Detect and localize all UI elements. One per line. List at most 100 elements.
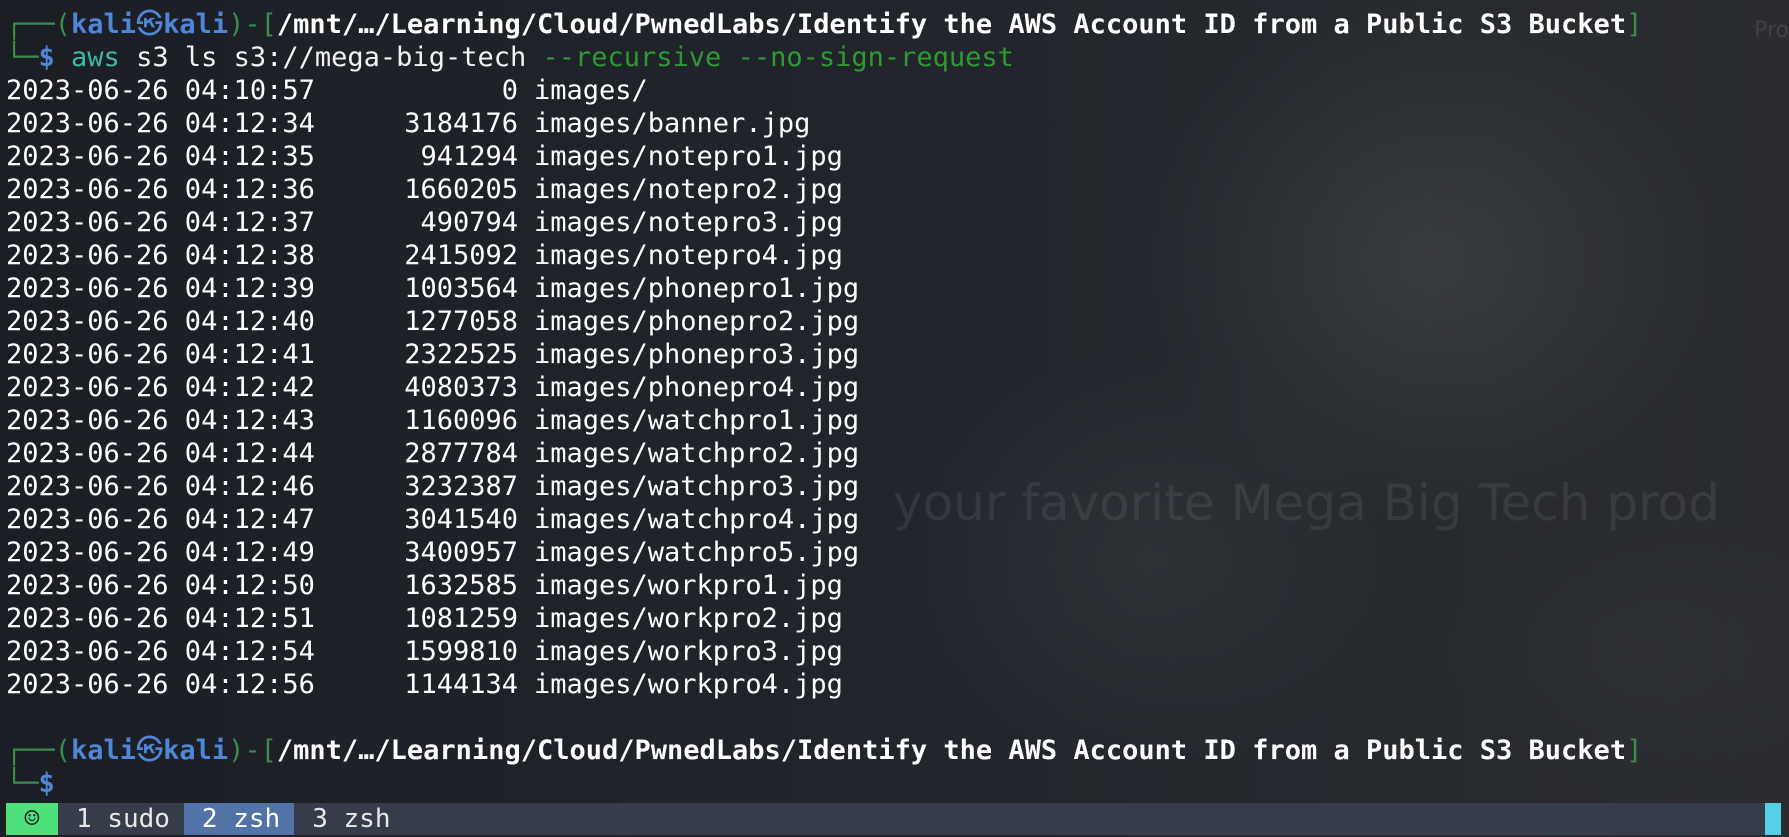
command-name: aws — [71, 42, 120, 73]
listing-date: 2023-06-26 04:12:40 — [6, 306, 315, 337]
listing-key: images/banner.jpg — [534, 108, 811, 139]
listing-date: 2023-06-26 04:10:57 — [6, 75, 315, 106]
terminal-output[interactable]: ┌──(kali㉿kali)-[/mnt/…/Learning/Cloud/Pw… — [6, 8, 1781, 800]
listing-key: images/watchpro2.jpg — [534, 438, 860, 469]
listing-key: images/notepro4.jpg — [534, 240, 843, 271]
listing-size: 0 — [501, 75, 518, 106]
listing-row: 2023-06-26 04:10:57 0 images/ — [6, 74, 1781, 107]
listing-size: 2322525 — [404, 339, 518, 370]
prompt-line: ┌──(kali㉿kali)-[/mnt/…/Learning/Cloud/Pw… — [6, 9, 1643, 40]
prompt-separator-icon: ㉿ — [136, 735, 164, 766]
listing-date: 2023-06-26 04:12:46 — [6, 471, 315, 502]
prompt-frame-bottom: └─ — [6, 768, 39, 799]
listing-size: 1081259 — [404, 603, 518, 634]
prompt-path: /mnt/…/Learning/Cloud/PwnedLabs/Identify… — [276, 735, 1627, 766]
listing-date: 2023-06-26 04:12:42 — [6, 372, 315, 403]
listing-key: images/notepro1.jpg — [534, 141, 843, 172]
listing-key: images/notepro3.jpg — [534, 207, 843, 238]
listing-key: images/workpro2.jpg — [534, 603, 843, 634]
listing-size: 3184176 — [404, 108, 518, 139]
command-args: s3 ls s3://mega-big-tech — [136, 42, 527, 73]
listing-date: 2023-06-26 04:12:39 — [6, 273, 315, 304]
prompt-host: kali — [163, 735, 229, 766]
prompt-user: kali — [71, 9, 137, 40]
listing-date: 2023-06-26 04:12:38 — [6, 240, 315, 271]
listing-row: 2023-06-26 04:12:34 3184176 images/banner.… — [6, 107, 1781, 140]
listing-size: 3041540 — [404, 504, 518, 535]
listing-size: 1599810 — [404, 636, 518, 667]
listing-size: 1144134 — [404, 669, 518, 700]
listing-size: 2415092 — [404, 240, 518, 271]
listing-size: 2877784 — [404, 438, 518, 469]
listing-row: 2023-06-26 04:12:46 3232387 images/watchpr… — [6, 470, 1781, 503]
listing-size: 1003564 — [404, 273, 518, 304]
listing-date: 2023-06-26 04:12:47 — [6, 504, 315, 535]
listing-size: 1277058 — [404, 306, 518, 337]
listing-row: 2023-06-26 04:12:36 1660205 images/notepro… — [6, 173, 1781, 206]
listing-date: 2023-06-26 04:12:37 — [6, 207, 315, 238]
listing-date: 2023-06-26 04:12:44 — [6, 438, 315, 469]
listing-date: 2023-06-26 04:12:34 — [6, 108, 315, 139]
listing-size: 4080373 — [404, 372, 518, 403]
listing-row: 2023-06-26 04:12:44 2877784 images/watchpr… — [6, 437, 1781, 470]
listing-key: images/watchpro4.jpg — [534, 504, 860, 535]
listing-row: 2023-06-26 04:12:35 941294 images/notepro1… — [6, 140, 1781, 173]
listing-row: 2023-06-26 04:12:38 2415092 images/notepro… — [6, 239, 1781, 272]
listing-size: 1632585 — [404, 570, 518, 601]
listing-row: 2023-06-26 04:12:39 1003564 images/phonepr… — [6, 272, 1781, 305]
listing-date: 2023-06-26 04:12:43 — [6, 405, 315, 436]
listing-key: images/ — [534, 75, 648, 106]
prompt-separator-icon: ㉿ — [136, 9, 164, 40]
listing-key: images/workpro4.jpg — [534, 669, 843, 700]
listing-key: images/phonepro2.jpg — [534, 306, 860, 337]
listing-key: images/notepro2.jpg — [534, 174, 843, 205]
listing-row: 2023-06-26 04:12:37 490794 images/notepro3… — [6, 206, 1781, 239]
listing-row: 2023-06-26 04:12:50 1632585 images/workpro… — [6, 569, 1781, 602]
tab-2-zsh[interactable]: 2 zsh — [183, 803, 295, 835]
listing-date: 2023-06-26 04:12:54 — [6, 636, 315, 667]
listing-date: 2023-06-26 04:12:36 — [6, 174, 315, 205]
listing-date: 2023-06-26 04:12:56 — [6, 669, 315, 700]
listing-size: 1160096 — [404, 405, 518, 436]
listing-date: 2023-06-26 04:12:41 — [6, 339, 315, 370]
listing-date: 2023-06-26 04:12:49 — [6, 537, 315, 568]
listing-row: 2023-06-26 04:12:40 1277058 images/phonepr… — [6, 305, 1781, 338]
listing-key: images/watchpro1.jpg — [534, 405, 860, 436]
command-input-line[interactable]: └─$ — [6, 767, 1781, 800]
listing-row: 2023-06-26 04:12:47 3041540 images/watchpr… — [6, 503, 1781, 536]
listing-key: images/watchpro5.jpg — [534, 537, 860, 568]
listing-row: 2023-06-26 04:12:49 3400957 images/watchpr… — [6, 536, 1781, 569]
listing-row: 2023-06-26 04:12:54 1599810 images/workpro… — [6, 635, 1781, 668]
prompt-frame-bottom: └─ — [6, 42, 39, 73]
command-flags: --recursive --no-sign-request — [542, 42, 1014, 73]
listing-size: 490794 — [420, 207, 518, 238]
listing-key: images/phonepro4.jpg — [534, 372, 860, 403]
listing-key: images/phonepro1.jpg — [534, 273, 860, 304]
prompt-frame-top: ┌──( — [6, 735, 72, 766]
listing-date: 2023-06-26 04:12:50 — [6, 570, 315, 601]
listing-row: 2023-06-26 04:12:42 4080373 images/phonepr… — [6, 371, 1781, 404]
tmux-status-bar: ☺ 1 sudo 2 zsh 3 zsh — [6, 803, 1781, 835]
listing-row: 2023-06-26 04:12:41 2322525 images/phonepr… — [6, 338, 1781, 371]
status-bar-end-marker — [1765, 803, 1781, 835]
tab-1-sudo[interactable]: 1 sudo — [58, 803, 184, 835]
s3-listing: 2023-06-26 04:10:57 0 images/2023-06-26 04… — [6, 74, 1781, 701]
listing-size: 3400957 — [404, 537, 518, 568]
listing-key: images/workpro3.jpg — [534, 636, 843, 667]
prompt-line: ┌──(kali㉿kali)-[/mnt/…/Learning/Cloud/Pw… — [6, 735, 1643, 766]
listing-row: 2023-06-26 04:12:56 1144134 images/workpro… — [6, 668, 1781, 701]
prompt-frame-top: ┌──( — [6, 9, 72, 40]
listing-key: images/watchpro3.jpg — [534, 471, 860, 502]
prompt-path: /mnt/…/Learning/Cloud/PwnedLabs/Identify… — [276, 9, 1627, 40]
terminal-window[interactable]: your favorite Mega Big Tech prod Pro ┌──… — [0, 0, 1789, 837]
listing-key: images/workpro1.jpg — [534, 570, 843, 601]
prompt-symbol: $ — [38, 768, 55, 799]
command-line: └─$ aws s3 ls s3://mega-big-tech --recur… — [6, 41, 1781, 74]
listing-size: 941294 — [420, 141, 518, 172]
listing-date: 2023-06-26 04:12:51 — [6, 603, 315, 634]
listing-row: 2023-06-26 04:12:43 1160096 images/watchpr… — [6, 404, 1781, 437]
tab-3-zsh[interactable]: 3 zsh — [294, 803, 404, 835]
listing-size: 3232387 — [404, 471, 518, 502]
prompt-host: kali — [163, 9, 229, 40]
